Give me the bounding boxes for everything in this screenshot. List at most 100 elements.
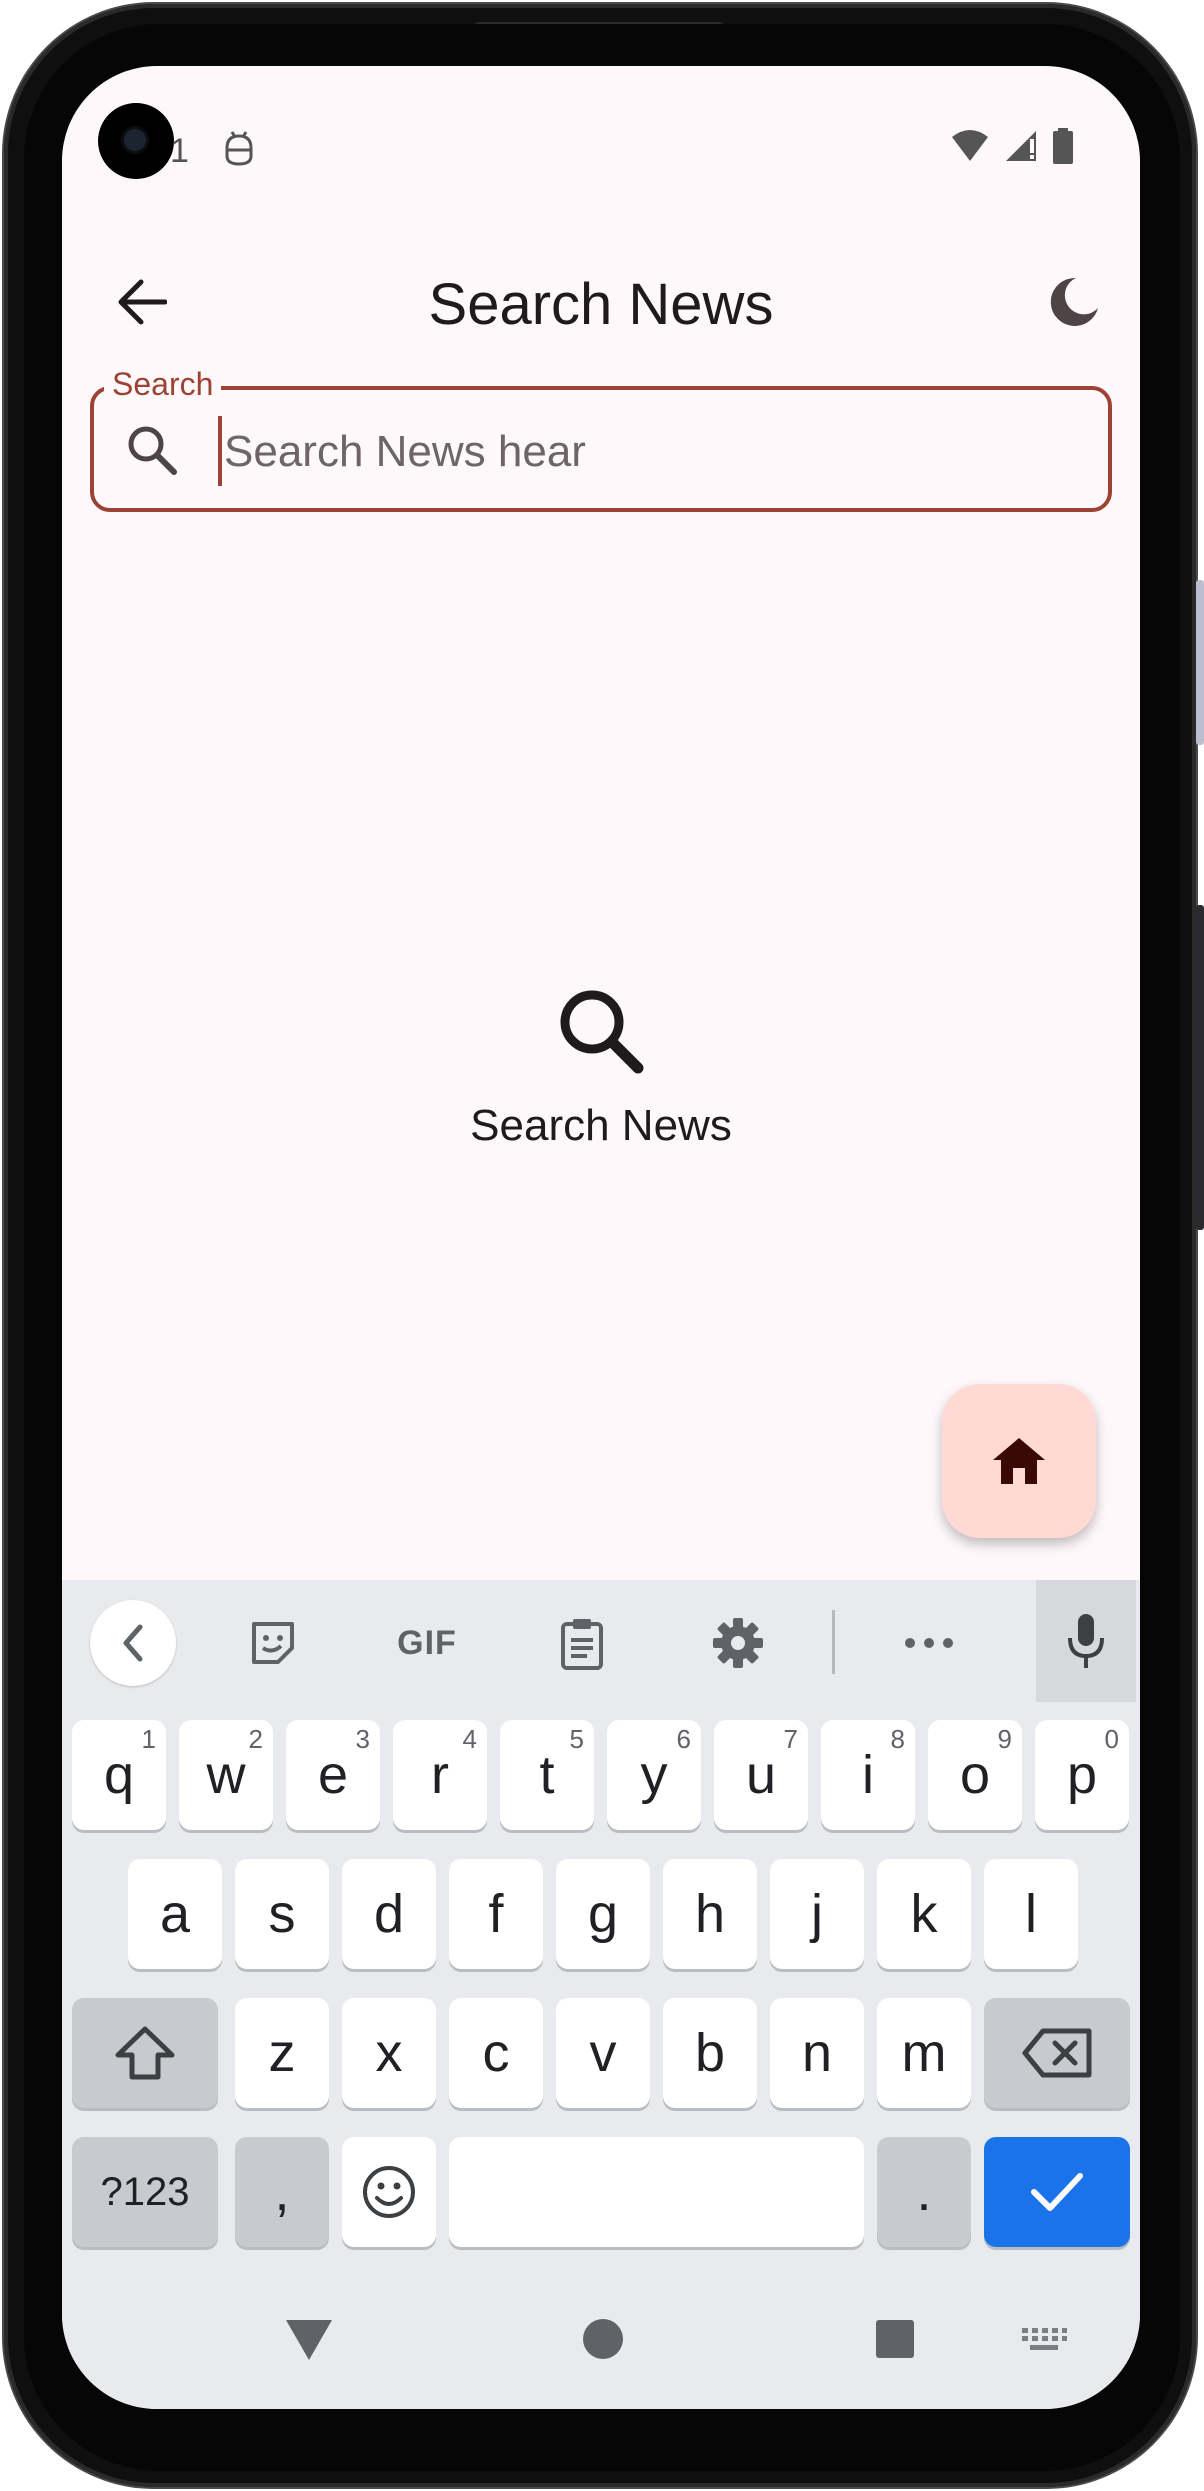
search-icon: [128, 426, 177, 475]
home-icon: [993, 1438, 1045, 1484]
backspace-key[interactable]: [984, 1998, 1130, 2108]
key-e[interactable]: e3: [286, 1720, 380, 1830]
keyboard-settings-button[interactable]: [695, 1600, 781, 1686]
power-button: [1196, 905, 1204, 1230]
keyboard-collapse-button[interactable]: [90, 1600, 176, 1686]
key-label: y: [640, 1745, 668, 1805]
key-hint: 6: [676, 1724, 691, 1754]
keyboard-switch-icon[interactable]: [1020, 2326, 1068, 2352]
key-j[interactable]: j: [770, 1859, 864, 1969]
screen: 1 Search News Search Search News hear Se…: [62, 66, 1140, 2409]
emoji-key[interactable]: [342, 2137, 436, 2247]
done-key[interactable]: [984, 2137, 1130, 2247]
key-hint: 4: [462, 1724, 477, 1754]
emoji-icon: [363, 2166, 415, 2218]
settings-icon: [713, 1618, 763, 1668]
key-l[interactable]: l: [984, 1859, 1078, 1969]
clipboard-button[interactable]: [539, 1600, 625, 1686]
search-icon: [560, 990, 644, 1074]
voice-input-button[interactable]: [1036, 1580, 1136, 1702]
key-h[interactable]: h: [663, 1859, 757, 1969]
page-title: Search News: [428, 272, 774, 337]
key-x[interactable]: x: [342, 1998, 436, 2108]
battery-icon: [1053, 128, 1073, 164]
period-key[interactable]: .: [877, 2137, 971, 2247]
key-u[interactable]: u7: [714, 1720, 808, 1830]
key-f[interactable]: f: [449, 1859, 543, 1969]
dark-mode-icon: [1050, 277, 1098, 326]
key-i[interactable]: i8: [821, 1720, 915, 1830]
home-fab[interactable]: [942, 1384, 1096, 1538]
key-label: t: [539, 1745, 555, 1805]
key-m[interactable]: m: [877, 1998, 971, 2108]
empty-state: Search News: [62, 976, 1140, 1151]
empty-state-label: Search News: [470, 1101, 732, 1150]
key-hint: 5: [569, 1724, 584, 1754]
key-n[interactable]: n: [770, 1998, 864, 2108]
key-d[interactable]: d: [342, 1859, 436, 1969]
comma-key[interactable]: ,: [235, 2137, 329, 2247]
key-t[interactable]: t5: [500, 1720, 594, 1830]
symbols-key[interactable]: ?123: [72, 2137, 218, 2247]
theme-toggle-button[interactable]: [1038, 266, 1110, 338]
key-v[interactable]: v: [556, 1998, 650, 2108]
key-z[interactable]: z: [235, 1998, 329, 2108]
key-o[interactable]: o9: [928, 1720, 1022, 1830]
key-c[interactable]: c: [449, 1998, 543, 2108]
key-hint: 0: [1104, 1724, 1119, 1754]
soft-keyboard: GIF q 1 w 2 e 3 r 4 t 5 y 6 u 7 i 8 o 9 …: [62, 1580, 1140, 2409]
key-q[interactable]: q1: [72, 1720, 166, 1830]
status-icons: [950, 128, 1074, 164]
nav-recents-icon[interactable]: [874, 2318, 916, 2360]
volume-button: [1196, 580, 1204, 745]
front-camera: [98, 103, 174, 179]
mic-icon: [1068, 1614, 1104, 1668]
space-key[interactable]: [449, 2137, 864, 2247]
gif-button[interactable]: GIF: [384, 1600, 470, 1686]
key-k[interactable]: k: [877, 1859, 971, 1969]
more-icon: [905, 1638, 953, 1648]
system-nav-bar: [62, 2296, 1140, 2409]
key-p[interactable]: p0: [1035, 1720, 1129, 1830]
sticker-icon: [252, 1622, 294, 1664]
chevron-left-icon: [123, 1624, 143, 1662]
search-field[interactable]: Search: [90, 366, 1112, 512]
gif-label: GIF: [397, 1623, 457, 1662]
key-w[interactable]: w2: [179, 1720, 273, 1830]
clipboard-icon: [561, 1619, 603, 1670]
nav-home-icon[interactable]: [582, 2318, 624, 2360]
key-label: r: [431, 1745, 449, 1805]
key-hint: 3: [355, 1724, 370, 1754]
key-hint: 9: [997, 1724, 1012, 1754]
key-hint: 2: [248, 1724, 263, 1754]
key-s[interactable]: s: [235, 1859, 329, 1969]
shift-icon: [115, 2026, 175, 2080]
key-hint: 1: [141, 1724, 156, 1754]
shift-key[interactable]: [72, 1998, 218, 2108]
status-bar: 1: [62, 66, 1140, 186]
key-b[interactable]: b: [663, 1998, 757, 2108]
key-g[interactable]: g: [556, 1859, 650, 1969]
sticker-button[interactable]: [230, 1600, 316, 1686]
more-button[interactable]: [886, 1600, 972, 1686]
key-hint: 7: [783, 1724, 798, 1754]
app-bar: Search News: [62, 246, 1140, 366]
android-debug-icon: [225, 131, 253, 166]
toolbar-divider: [832, 1610, 835, 1674]
key-y[interactable]: y6: [607, 1720, 701, 1830]
wifi-icon: [952, 130, 988, 161]
key-label: p: [1066, 1745, 1098, 1805]
key-label: q: [103, 1745, 135, 1805]
search-field-label: Search: [104, 366, 222, 403]
key-label: i: [862, 1745, 874, 1805]
backspace-icon: [1022, 2028, 1092, 2078]
check-icon: [1031, 2173, 1083, 2211]
keyboard-toolbar: GIF: [62, 1580, 1140, 1702]
key-a[interactable]: a: [128, 1859, 222, 1969]
signal-icon: [1006, 131, 1036, 161]
status-notification-count: 1: [170, 132, 189, 170]
key-r[interactable]: r4: [393, 1720, 487, 1830]
key-label: u: [745, 1745, 777, 1805]
nav-back-icon[interactable]: [284, 2318, 334, 2362]
search-input[interactable]: [222, 416, 1066, 488]
